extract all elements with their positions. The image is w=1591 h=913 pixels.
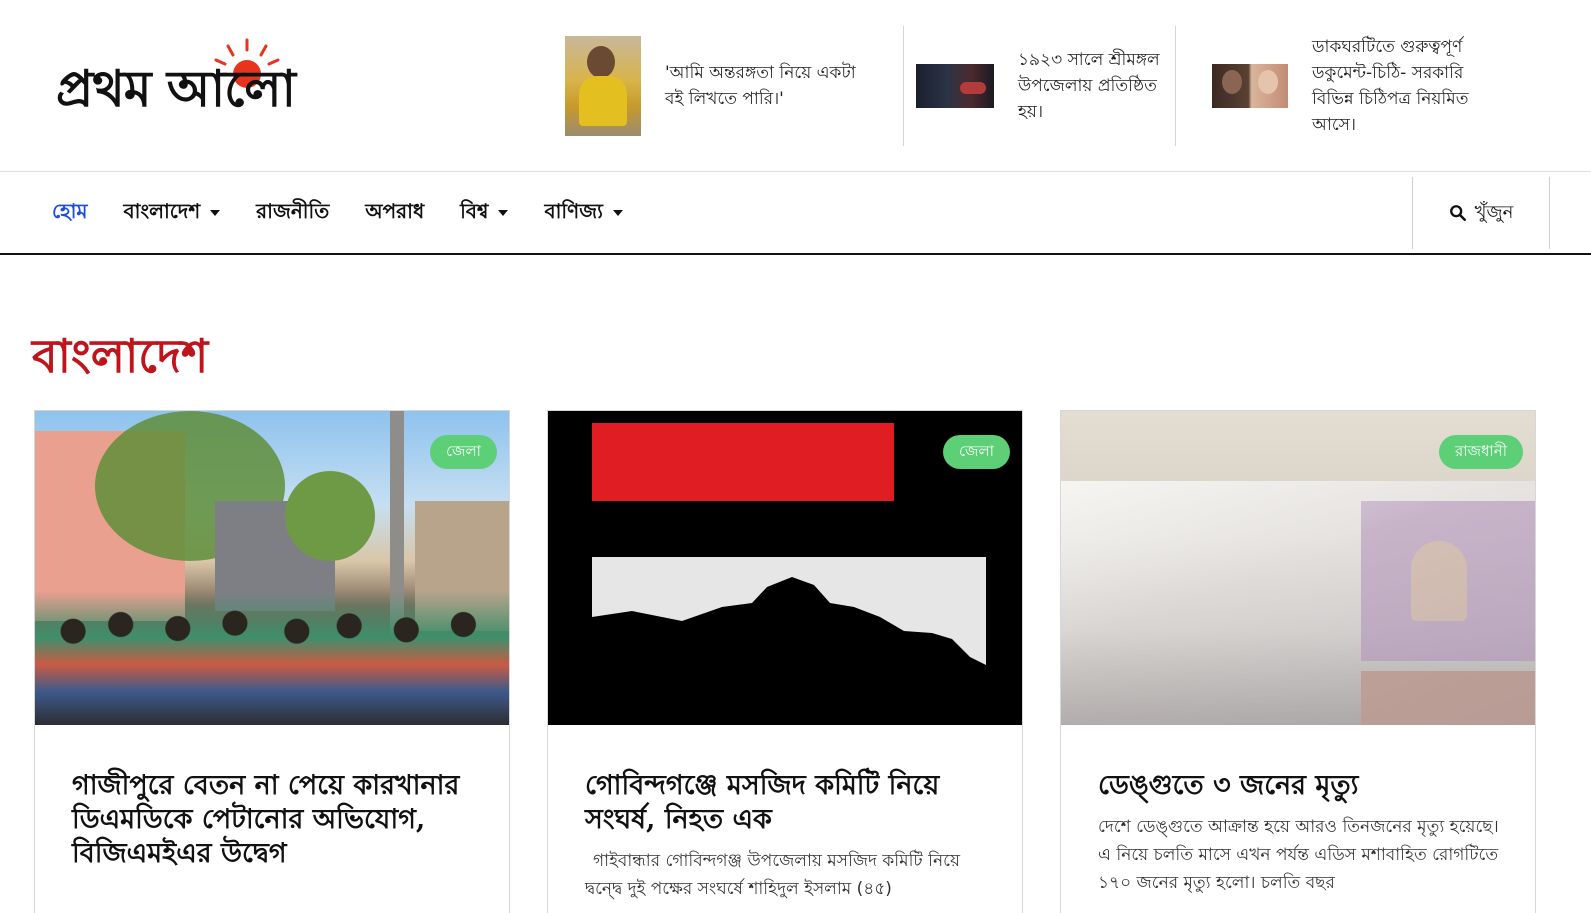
card-summary: গাইবান্ধার গোবিন্দগঞ্জ উপজেলায় মসজিদ কম… (585, 851, 960, 899)
teaser-thumbnail (1212, 64, 1288, 108)
silhouette-illustration (592, 577, 986, 697)
logo-text: প্রথম আলো (56, 59, 296, 118)
nav-item-business[interactable]: বাণিজ্য (544, 197, 623, 230)
category-badge[interactable]: জেলা (429, 435, 497, 469)
search-icon (1449, 205, 1466, 222)
news-card[interactable]: জেলা গোবিন্দগঞ্জে মসজিদ কমিটি নিয়ে সংঘর… (547, 410, 1023, 913)
header-teaser-3[interactable]: ডাকঘরটিতে গুরুত্বপূর্ণ ডকুমেন্ট-চিঠি- সর… (1175, 26, 1505, 146)
caret-down-icon (210, 210, 221, 216)
nav-item-crime[interactable]: অপরাধ (365, 197, 424, 230)
card-image: জেলা (548, 411, 1022, 725)
top-header: প্রথম আলো 'আমি অন্তরঙ্গতা নিয়ে একটা বই … (0, 0, 1591, 172)
nav-item-label: হোম (52, 198, 88, 223)
nav-item-label: বাংলাদেশ (123, 198, 201, 223)
nav-item-home[interactable]: হোম (52, 197, 88, 230)
teaser-thumbnail (565, 36, 641, 136)
card-summary: দেশে ডেঙ্গুতে আক্রান্ত হয়ে আরও তিনজনের … (1098, 817, 1499, 893)
header-teaser-2[interactable]: ১৯২৩ সালে শ্রীমঙ্গল উপজেলায় প্রতিষ্ঠিত … (903, 26, 1173, 146)
teaser-text: ১৯২৩ সালে শ্রীমঙ্গল উপজেলায় প্রতিষ্ঠিত … (1018, 50, 1160, 122)
main-nav: হোম বাংলাদেশ রাজনীতি অপরাধ বিশ্ব বাণিজ্য… (0, 173, 1591, 255)
nav-item-label: বিশ্ব (460, 198, 489, 223)
card-title[interactable]: ডেঙ্গুতে ৩ জনের মৃত্যু (1098, 769, 1499, 803)
card-title[interactable]: গাজীপুরে বেতন না পেয়ে কারখানার ডিএমডিকে… (72, 769, 473, 871)
teaser-thumbnail (916, 64, 994, 108)
nav-item-label: অপরাধ (365, 198, 425, 223)
header-teaser-1[interactable]: 'আমি অন্তরঙ্গতা নিয়ে একটা বই লিখতে পারি… (565, 26, 900, 146)
card-body: ডেঙ্গুতে ৩ জনের মৃত্যু দেশে ডেঙ্গুতে আক্… (1061, 725, 1535, 897)
search-button[interactable]: খুঁজুন (1412, 177, 1550, 249)
category-badge[interactable]: রাজধানী (1438, 435, 1523, 469)
category-badge[interactable]: জেলা (942, 435, 1010, 469)
card-title[interactable]: গোবিন্দগঞ্জে মসজিদ কমিটি নিয়ে সংঘর্ষ, ন… (585, 769, 986, 837)
news-card[interactable]: রাজধানী ডেঙ্গুতে ৩ জনের মৃত্যু দেশে ডেঙ্… (1060, 410, 1536, 913)
search-label: খুঁজুন (1474, 201, 1514, 223)
card-image: রাজধানী (1061, 411, 1535, 725)
caret-down-icon (498, 210, 509, 216)
nav-item-label: রাজনীতি (256, 198, 330, 223)
card-body: গোবিন্দগঞ্জে মসজিদ কমিটি নিয়ে সংঘর্ষ, ন… (548, 725, 1022, 903)
nav-item-politics[interactable]: রাজনীতি (256, 197, 329, 230)
teaser-text: 'আমি অন্তরঙ্গতা নিয়ে একটা বই লিখতে পারি… (665, 63, 856, 109)
site-logo[interactable]: প্রথম আলো (52, 30, 422, 130)
nav-items: হোম বাংলাদেশ রাজনীতি অপরাধ বিশ্ব বাণিজ্য (52, 173, 659, 253)
nav-item-world[interactable]: বিশ্ব (460, 197, 509, 230)
news-card[interactable]: জেলা গাজীপুরে বেতন না পেয়ে কারখানার ডিএ… (34, 410, 510, 913)
nav-item-bangladesh[interactable]: বাংলাদেশ (124, 197, 221, 230)
section-title: বাংলাদেশ (32, 329, 209, 383)
card-image: জেলা (35, 411, 509, 725)
caret-down-icon (612, 210, 623, 216)
card-body: গাজীপুরে বেতন না পেয়ে কারখানার ডিএমডিকে… (35, 725, 509, 871)
teaser-text: ডাকঘরটিতে গুরুত্বপূর্ণ ডকুমেন্ট-চিঠি- সর… (1312, 37, 1469, 135)
nav-item-label: বাণিজ্য (544, 198, 603, 223)
